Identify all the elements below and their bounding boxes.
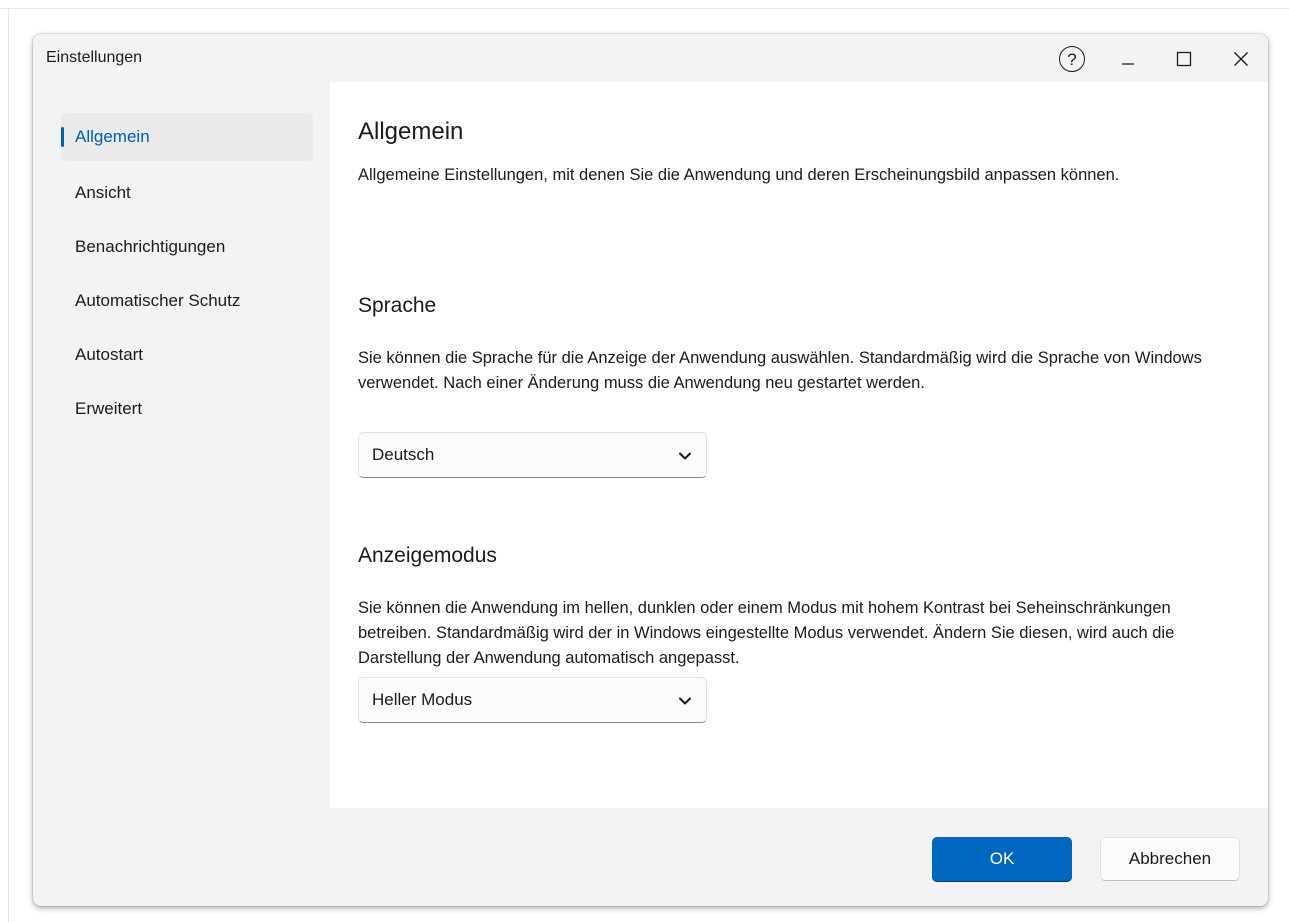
display-mode-select-value: Heller Modus (372, 690, 473, 709)
ok-button[interactable]: OK (932, 837, 1072, 881)
minimize-icon (1122, 63, 1134, 65)
maximize-button[interactable] (1167, 44, 1201, 74)
cancel-button[interactable]: Abbrechen (1100, 837, 1240, 881)
sidebar-item-benachrichtigungen[interactable]: Benachrichtigungen (61, 223, 313, 271)
display-mode-select[interactable]: Heller Modus (358, 677, 707, 723)
sidebar-item-label: Allgemein (75, 127, 150, 146)
display-mode-heading: Anzeigemodus (358, 544, 497, 567)
settings-window: Einstellungen ? Allgemein Ansicht Benach… (33, 34, 1268, 906)
help-icon: ? (1059, 46, 1085, 72)
sidebar-item-label: Ansicht (75, 183, 131, 202)
background-border-left (8, 8, 9, 922)
settings-sidebar: Allgemein Ansicht Benachrichtigungen Aut… (33, 82, 330, 808)
title-bar[interactable]: Einstellungen ? (33, 34, 1268, 82)
sidebar-item-autostart[interactable]: Autostart (61, 331, 313, 379)
sidebar-item-label: Automatischer Schutz (75, 291, 241, 310)
sidebar-item-erweitert[interactable]: Erweitert (61, 385, 313, 433)
language-select-value: Deutsch (372, 445, 435, 464)
close-icon (1234, 52, 1248, 66)
chevron-down-icon (679, 452, 691, 460)
language-heading: Sprache (358, 294, 437, 317)
sidebar-item-label: Autostart (75, 345, 144, 364)
help-symbol: ? (1067, 49, 1077, 69)
active-indicator (61, 127, 64, 147)
settings-content: Allgemein Allgemeine Einstellungen, mit … (330, 82, 1268, 808)
sidebar-item-label: Erweitert (75, 399, 143, 418)
chevron-down-icon (679, 697, 691, 705)
page-description: Allgemeine Einstellungen, mit denen Sie … (358, 166, 1120, 184)
maximize-icon (1176, 51, 1192, 67)
page-title: Allgemein (358, 118, 464, 145)
sidebar-item-label: Benachrichtigungen (75, 237, 226, 256)
sidebar-item-ansicht[interactable]: Ansicht (61, 169, 313, 217)
window-title: Einstellungen (46, 49, 143, 66)
close-button[interactable] (1224, 44, 1258, 74)
language-description: Sie können die Sprache für die Anzeige d… (358, 349, 1202, 392)
help-button[interactable]: ? (1057, 44, 1087, 74)
minimize-button[interactable] (1111, 44, 1145, 74)
dialog-footer: OK Abbrechen (33, 808, 1268, 906)
language-select[interactable]: Deutsch (358, 432, 707, 478)
sidebar-item-automatischer-schutz[interactable]: Automatischer Schutz (61, 277, 313, 325)
background-border-top (0, 8, 1289, 9)
sidebar-item-allgemein[interactable]: Allgemein (61, 113, 313, 161)
display-mode-description: Sie können die Anwendung im hellen, dunk… (358, 599, 1175, 667)
